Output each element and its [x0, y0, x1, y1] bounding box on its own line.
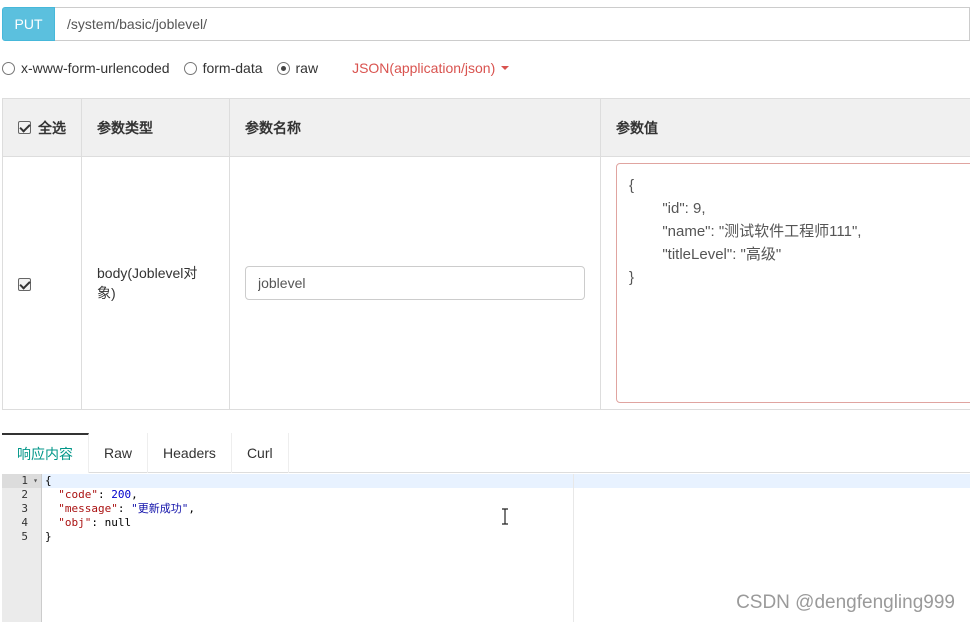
watermark: CSDN @dengfengling999	[736, 592, 955, 613]
json-key: "obj"	[58, 516, 92, 529]
json-key: "message"	[58, 502, 118, 515]
json-value: "更新成功"	[131, 502, 189, 515]
code-line: {	[42, 474, 970, 488]
param-value-header: 参数值	[600, 98, 970, 157]
response-tabs: 响应内容 Raw Headers Curl	[2, 433, 970, 473]
row-checkbox[interactable]	[18, 277, 31, 291]
radio-urlencoded[interactable]: x-www-form-urlencoded	[2, 60, 170, 76]
radio-button-icon[interactable]	[2, 61, 15, 75]
code-line: "code": 200,	[58, 488, 138, 501]
line-number: 4	[21, 516, 28, 529]
http-method-button[interactable]: PUT	[2, 7, 55, 41]
param-name-header: 参数名称	[229, 98, 601, 157]
radio-button-checked-icon[interactable]	[276, 61, 290, 75]
tab-headers[interactable]: Headers	[148, 433, 232, 473]
radio-button-icon[interactable]	[183, 61, 197, 75]
json-key: "code"	[58, 488, 98, 501]
code-line: }	[45, 530, 52, 543]
param-value-cell: { "id": 9, "name": "测试软件工程师111", "titleL…	[600, 156, 970, 410]
radio-label: form-data	[202, 60, 263, 76]
param-type-cell: body(Joblevel对象)	[81, 156, 230, 410]
line-number: 2	[21, 488, 28, 501]
url-input[interactable]	[55, 7, 970, 41]
content-type-label: JSON(application/json)	[352, 60, 496, 76]
table-row: body(Joblevel对象) { "id": 9, "name": "测试软…	[2, 156, 970, 410]
params-table-header: 全选 参数类型 参数名称 参数值	[2, 98, 970, 157]
json-value: 200	[111, 488, 132, 501]
caret-down-icon	[501, 66, 510, 70]
radio-label: x-www-form-urlencoded	[21, 60, 170, 76]
line-number: 3	[21, 502, 28, 515]
line-number: 5	[21, 530, 28, 543]
text-cursor-icon	[502, 508, 508, 525]
param-type-header: 参数类型	[81, 98, 230, 157]
param-name-cell	[229, 156, 601, 410]
row-select-cell	[2, 156, 82, 410]
fold-arrow-icon[interactable]: ▾	[33, 474, 38, 488]
param-name-input[interactable]	[245, 266, 585, 300]
radio-label: raw	[295, 60, 319, 76]
tab-response-content[interactable]: 响应内容	[2, 433, 89, 473]
select-all-label: 全选	[38, 119, 66, 136]
tab-curl[interactable]: Curl	[232, 433, 289, 473]
request-url-bar: PUT	[2, 7, 970, 41]
select-all-header: 全选	[2, 98, 82, 157]
content-type-dropdown[interactable]: JSON(application/json)	[352, 60, 510, 76]
print-margin	[573, 474, 574, 622]
params-table: 全选 参数类型 参数名称 参数值 body(Joblevel对象) { "id"…	[2, 98, 970, 410]
json-value: null	[104, 516, 132, 529]
radio-raw[interactable]: raw	[276, 60, 319, 76]
body-type-options: x-www-form-urlencoded form-data raw JSON…	[2, 58, 510, 78]
line-number-gutter: 1 ▾ 2 3 4 5	[2, 474, 42, 622]
line-number: 1 ▾	[2, 474, 41, 488]
radio-form-data[interactable]: form-data	[183, 60, 263, 76]
select-all-checkbox[interactable]	[18, 121, 31, 134]
tab-raw[interactable]: Raw	[89, 433, 149, 473]
param-value-textarea[interactable]: { "id": 9, "name": "测试软件工程师111", "titleL…	[616, 163, 970, 403]
